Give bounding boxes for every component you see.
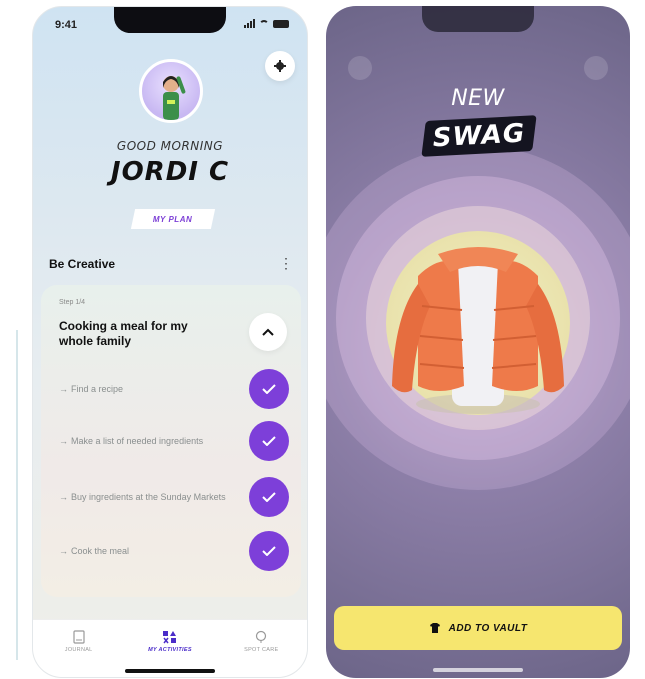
task-subtitle: Step 1/4 [59, 299, 86, 306]
collapse-button[interactable] [249, 313, 287, 351]
checkmark-icon [262, 546, 276, 556]
wifi-icon [259, 19, 269, 28]
new-label: NEW [451, 86, 505, 111]
screenshot-stage: 9:41 GOOD MORNING JORDI C MY PLAN Be Cre… [0, 0, 645, 679]
home-indicator [125, 669, 215, 673]
spot-care-icon [256, 630, 267, 643]
step-check-button[interactable] [249, 369, 289, 409]
status-icons [244, 19, 289, 28]
tab-my-activities[interactable]: MY ACTIVITIES [135, 630, 205, 653]
step-check-button[interactable] [249, 421, 289, 461]
section-header: Be Creative ⋮ [49, 255, 293, 272]
chevron-up-icon [262, 328, 274, 336]
tab-spot-care[interactable]: SPOT CARE [226, 630, 296, 653]
avatar[interactable] [139, 59, 203, 123]
gear-icon [274, 60, 286, 72]
task-step: Buy ingredients at the Sunday Markets [59, 477, 299, 517]
swag-text: SWAG [431, 118, 527, 154]
task-step-label: Buy ingredients at the Sunday Markets [59, 491, 249, 503]
settings-button[interactable] [265, 51, 295, 81]
battery-icon [273, 19, 289, 28]
phone-notch [422, 6, 534, 32]
phone-notch [114, 7, 226, 33]
my-plan-label: MY PLAN [153, 214, 193, 224]
activities-icon [162, 631, 176, 644]
status-time: 9:41 [55, 19, 78, 31]
task-card: Step 1/4 Cooking a meal for my whole fam… [41, 285, 301, 597]
task-step: Cook the meal [59, 531, 299, 571]
task-step: Find a recipe [59, 369, 299, 409]
back-icon[interactable] [348, 56, 372, 80]
my-plan-button[interactable]: MY PLAN [130, 209, 216, 229]
decorative-line [16, 330, 18, 660]
plan-screen: 9:41 GOOD MORNING JORDI C MY PLAN Be Cre… [32, 6, 308, 678]
section-title: Be Creative [49, 256, 116, 271]
step-check-button[interactable] [249, 531, 289, 571]
task-step-label: Cook the meal [59, 545, 249, 557]
new-swag-screen: NEW SWAG ADD TO VAULT [326, 6, 630, 678]
avatar-figure-icon [163, 76, 186, 120]
task-step-label: Find a recipe [59, 383, 249, 395]
username-heading: JORDI C [110, 157, 230, 187]
tab-label: JOURNAL [64, 647, 93, 653]
puffer-jacket-image [392, 247, 564, 414]
home-indicator [433, 668, 523, 672]
more-options-icon[interactable]: ⋮ [279, 255, 293, 272]
greeting-text: GOOD MORNING [116, 139, 224, 153]
tab-journal[interactable]: JOURNAL [44, 630, 114, 653]
journal-icon [73, 630, 85, 644]
task-title: Cooking a meal for my whole family [59, 319, 188, 348]
task-step-label: Make a list of needed ingredients [59, 435, 249, 447]
signal-icon [244, 19, 255, 28]
swag-label: SWAG [421, 115, 537, 157]
tab-label: SPOT CARE [244, 647, 279, 653]
task-step: Make a list of needed ingredients [59, 421, 299, 461]
step-check-button[interactable] [249, 477, 289, 517]
checkmark-icon [262, 436, 276, 446]
checkmark-icon [262, 492, 276, 502]
tab-label: MY ACTIVITIES [148, 647, 192, 653]
add-to-vault-label: ADD TO VAULT [448, 622, 528, 634]
checkmark-icon [262, 384, 276, 394]
add-to-vault-button[interactable]: ADD TO VAULT [334, 606, 622, 650]
shirt-icon [429, 623, 440, 633]
close-icon[interactable] [584, 56, 608, 80]
